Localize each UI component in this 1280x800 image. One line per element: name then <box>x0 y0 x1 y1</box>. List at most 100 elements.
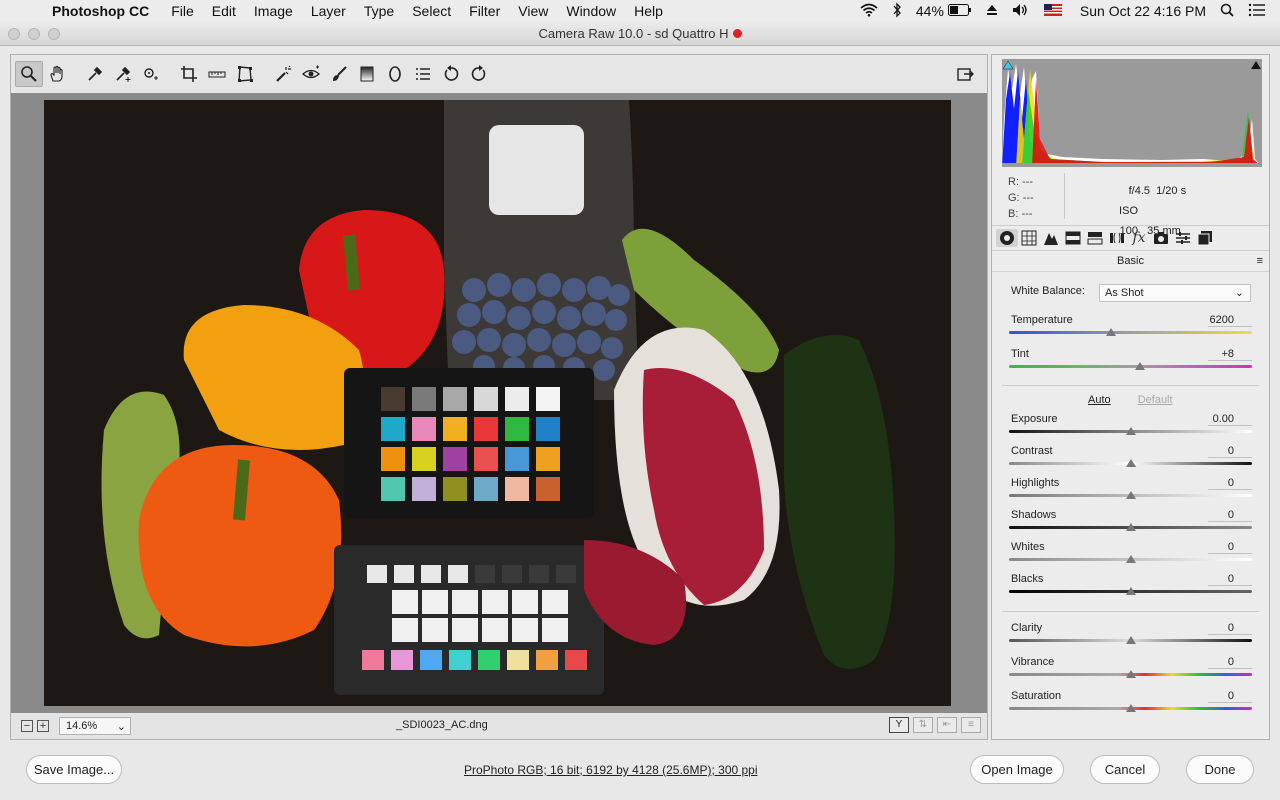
menu-app[interactable]: Photoshop CC <box>52 3 149 19</box>
zoom-out-button[interactable]: − <box>21 720 33 732</box>
rotate-cw-icon[interactable] <box>465 61 493 87</box>
whites-slider[interactable]: Whites 0 <box>1009 541 1252 573</box>
blacks-value[interactable]: 0 <box>1208 573 1252 586</box>
menu-help[interactable]: Help <box>634 3 663 19</box>
exposure-value[interactable]: 0.00 <box>1208 413 1252 426</box>
straighten-tool-icon[interactable] <box>203 61 231 87</box>
tint-track[interactable] <box>1009 365 1252 368</box>
clarity-slider[interactable]: Clarity 0 <box>1009 622 1252 654</box>
save-image-button[interactable]: Save Image... <box>26 755 122 784</box>
contrast-slider[interactable]: Contrast 0 <box>1009 445 1252 477</box>
saturation-thumb[interactable] <box>1125 704 1136 712</box>
crop-tool-icon[interactable] <box>175 61 203 87</box>
graduated-filter-icon[interactable] <box>353 61 381 87</box>
volume-icon[interactable] <box>1012 3 1030 20</box>
camera-calibration-tab-icon[interactable] <box>1150 229 1172 247</box>
vibrance-thumb[interactable] <box>1125 670 1136 678</box>
clarity-value[interactable]: 0 <box>1208 622 1252 635</box>
red-eye-removal-tool-icon[interactable] <box>297 61 325 87</box>
menu-select[interactable]: Select <box>412 3 451 19</box>
transform-tool-icon[interactable] <box>231 61 259 87</box>
notification-center-icon[interactable] <box>1248 3 1266 20</box>
blacks-thumb[interactable] <box>1125 587 1136 595</box>
minimize-window-button[interactable] <box>28 28 40 40</box>
white-balance-select[interactable]: As Shot ⌄ <box>1099 284 1251 302</box>
wifi-icon[interactable] <box>860 3 878 20</box>
white-balance-tool-icon[interactable] <box>81 61 109 87</box>
saturation-slider[interactable]: Saturation 0 <box>1009 690 1252 722</box>
shadows-slider[interactable]: Shadows 0 <box>1009 509 1252 541</box>
close-window-button[interactable] <box>8 28 20 40</box>
zoom-window-button[interactable] <box>48 28 60 40</box>
targeted-adjustment-tool-icon[interactable] <box>137 61 165 87</box>
eject-icon[interactable] <box>986 3 998 19</box>
highlights-value[interactable]: 0 <box>1208 477 1252 490</box>
contrast-value[interactable]: 0 <box>1208 445 1252 458</box>
toggle-settings-icon[interactable]: ≡ <box>961 717 981 733</box>
presets-tab-icon[interactable] <box>1172 229 1194 247</box>
adjustment-brush-icon[interactable] <box>325 61 353 87</box>
color-sampler-tool-icon[interactable] <box>109 61 137 87</box>
lens-corrections-tab-icon[interactable] <box>1106 229 1128 247</box>
exposure-slider[interactable]: Exposure 0.00 <box>1009 413 1252 445</box>
snapshots-tab-icon[interactable] <box>1194 229 1216 247</box>
open-preferences-icon[interactable] <box>409 61 437 87</box>
zoom-in-button[interactable]: + <box>37 720 49 732</box>
vibrance-value[interactable]: 0 <box>1208 656 1252 669</box>
split-toning-tab-icon[interactable] <box>1084 229 1106 247</box>
panel-menu-icon[interactable]: ≡ <box>1257 255 1263 267</box>
menu-file[interactable]: File <box>171 3 194 19</box>
basic-panel-tab-icon[interactable] <box>996 229 1018 247</box>
menu-filter[interactable]: Filter <box>469 3 500 19</box>
blacks-slider[interactable]: Blacks 0 <box>1009 573 1252 605</box>
temperature-track[interactable] <box>1009 331 1252 334</box>
copy-current-to-before-icon[interactable]: ⇤ <box>937 717 957 733</box>
input-flag-icon[interactable] <box>1043 3 1062 19</box>
menu-view[interactable]: View <box>518 3 548 19</box>
bluetooth-icon[interactable] <box>892 1 902 21</box>
menu-layer[interactable]: Layer <box>311 3 346 19</box>
temperature-slider[interactable]: Temperature 6200 <box>1009 314 1252 346</box>
tone-curve-tab-icon[interactable] <box>1018 229 1040 247</box>
image-viewport[interactable] <box>11 93 987 713</box>
cancel-button[interactable]: Cancel <box>1090 755 1160 784</box>
menu-edit[interactable]: Edit <box>212 3 236 19</box>
whites-value[interactable]: 0 <box>1208 541 1252 554</box>
zoom-tool-icon[interactable] <box>15 61 43 87</box>
effects-tab-icon[interactable]: fx <box>1128 229 1150 247</box>
hsl-tab-icon[interactable] <box>1062 229 1084 247</box>
shadows-thumb[interactable] <box>1125 523 1136 531</box>
tint-slider[interactable]: Tint +8 <box>1009 348 1252 380</box>
spot-removal-tool-icon[interactable] <box>269 61 297 87</box>
highlights-thumb[interactable] <box>1125 491 1136 499</box>
workflow-options-link[interactable]: ProPhoto RGB; 16 bit; 6192 by 4128 (25.6… <box>464 763 758 777</box>
menu-window[interactable]: Window <box>566 3 616 19</box>
done-button[interactable]: Done <box>1186 755 1254 784</box>
menu-type[interactable]: Type <box>364 3 394 19</box>
temperature-thumb[interactable] <box>1106 328 1117 336</box>
shadows-value[interactable]: 0 <box>1208 509 1252 522</box>
photo-preview[interactable] <box>44 100 951 706</box>
full-screen-toggle-icon[interactable] <box>951 61 979 87</box>
battery-icon[interactable] <box>947 3 972 19</box>
rotate-ccw-icon[interactable] <box>437 61 465 87</box>
whites-thumb[interactable] <box>1125 555 1136 563</box>
clarity-thumb[interactable] <box>1125 636 1136 644</box>
highlights-slider[interactable]: Highlights 0 <box>1009 477 1252 509</box>
spotlight-search-icon[interactable] <box>1220 3 1234 20</box>
clock[interactable]: Sun Oct 22 4:16 PM <box>1080 3 1206 19</box>
temperature-value[interactable]: 6200 <box>1208 314 1252 327</box>
swap-before-after-icon[interactable]: ⇅ <box>913 717 933 733</box>
zoom-level-select[interactable]: 14.6% ⌄ <box>59 717 131 735</box>
before-after-view-button[interactable]: Y <box>889 717 909 733</box>
detail-tab-icon[interactable] <box>1040 229 1062 247</box>
hand-tool-icon[interactable] <box>43 61 71 87</box>
vibrance-slider[interactable]: Vibrance 0 <box>1009 656 1252 688</box>
highlight-clipping-warning-icon[interactable] <box>1250 59 1262 71</box>
contrast-thumb[interactable] <box>1125 459 1136 467</box>
saturation-value[interactable]: 0 <box>1208 690 1252 703</box>
menu-image[interactable]: Image <box>254 3 293 19</box>
exposure-thumb[interactable] <box>1125 427 1136 435</box>
radial-filter-icon[interactable] <box>381 61 409 87</box>
shadow-clipping-warning-icon[interactable] <box>1002 59 1014 71</box>
